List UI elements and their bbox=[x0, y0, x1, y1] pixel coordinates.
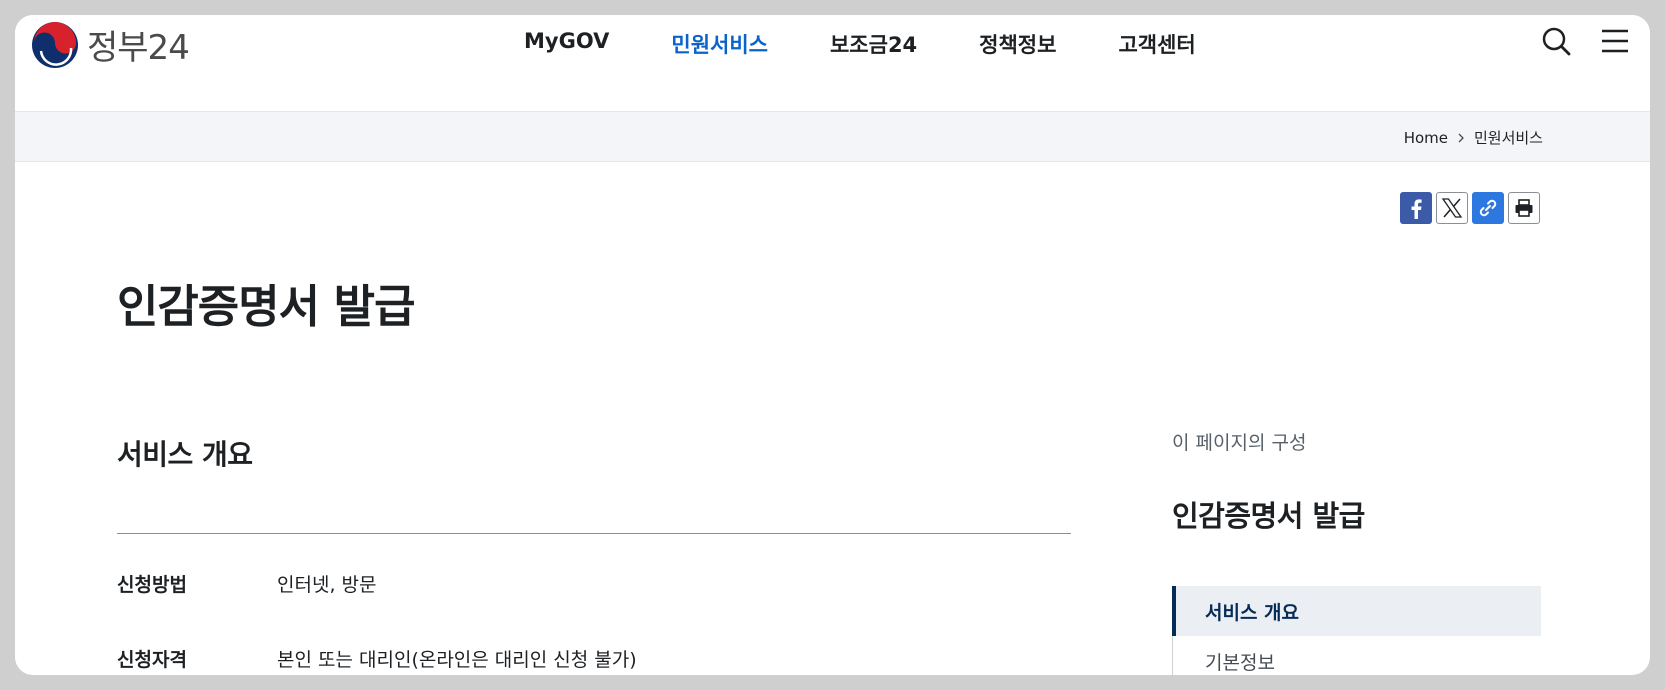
browser-window: 정부24 MyGOV 민원서비스 보조금24 정책정보 고객센터 Home 민원… bbox=[15, 15, 1650, 675]
print-icon bbox=[1515, 199, 1533, 217]
section-title: 서비스 개요 bbox=[117, 438, 253, 471]
info-row-method: 신청방법 인터넷, 방문 bbox=[117, 570, 376, 597]
toc-caption: 이 페이지의 구성 bbox=[1172, 432, 1307, 454]
nav-item-mygov[interactable]: MyGOV bbox=[524, 29, 609, 59]
chevron-right-icon bbox=[1458, 133, 1464, 142]
taegeuk-logo-icon bbox=[32, 21, 78, 68]
x-share-button[interactable] bbox=[1436, 192, 1468, 224]
toc-item-service-overview[interactable]: 서비스 개요 bbox=[1172, 586, 1541, 636]
toc-title: 인감증명서 발급 bbox=[1172, 499, 1365, 533]
breadcrumb: Home 민원서비스 bbox=[1404, 127, 1543, 148]
nav-item-customer-center[interactable]: 고객센터 bbox=[1118, 29, 1195, 59]
nav-item-civil-service[interactable]: 민원서비스 bbox=[671, 29, 768, 59]
info-value: 인터넷, 방문 bbox=[277, 574, 377, 596]
share-toolbar bbox=[1400, 192, 1544, 224]
facebook-share-button[interactable] bbox=[1400, 192, 1432, 224]
copy-link-button[interactable] bbox=[1472, 192, 1504, 224]
nav-item-policy[interactable]: 정책정보 bbox=[979, 29, 1056, 59]
info-label: 신청자격 bbox=[117, 649, 187, 671]
toc-list: 서비스 개요 기본정보 bbox=[1172, 586, 1541, 675]
site-logo[interactable]: 정부24 bbox=[31, 20, 190, 69]
breadcrumb-current[interactable]: 민원서비스 bbox=[1474, 127, 1543, 148]
site-header: 정부24 MyGOV 민원서비스 보조금24 정책정보 고객센터 bbox=[15, 15, 1650, 112]
menu-icon[interactable] bbox=[1599, 25, 1631, 57]
main-nav: MyGOV 민원서비스 보조금24 정책정보 고객센터 bbox=[524, 29, 1258, 59]
nav-item-subsidy[interactable]: 보조금24 bbox=[830, 29, 917, 59]
link-icon bbox=[1479, 199, 1497, 217]
breadcrumb-home[interactable]: Home bbox=[1404, 129, 1448, 147]
print-button[interactable] bbox=[1508, 192, 1540, 224]
logo-text: 정부24 bbox=[87, 28, 190, 68]
x-icon bbox=[1441, 198, 1463, 218]
breadcrumb-bar: Home 민원서비스 bbox=[15, 112, 1650, 162]
facebook-icon bbox=[1411, 199, 1422, 219]
info-row-eligibility: 신청자격 본인 또는 대리인(온라인은 대리인 신청 불가) bbox=[117, 645, 637, 672]
toc-item-basic-info[interactable]: 기본정보 bbox=[1172, 636, 1541, 675]
info-value: 본인 또는 대리인(온라인은 대리인 신청 불가) bbox=[277, 649, 637, 671]
section-divider bbox=[117, 533, 1071, 534]
info-label: 신청방법 bbox=[117, 574, 187, 596]
search-icon[interactable] bbox=[1540, 25, 1572, 57]
page-title: 인감증명서 발급 bbox=[117, 280, 415, 333]
